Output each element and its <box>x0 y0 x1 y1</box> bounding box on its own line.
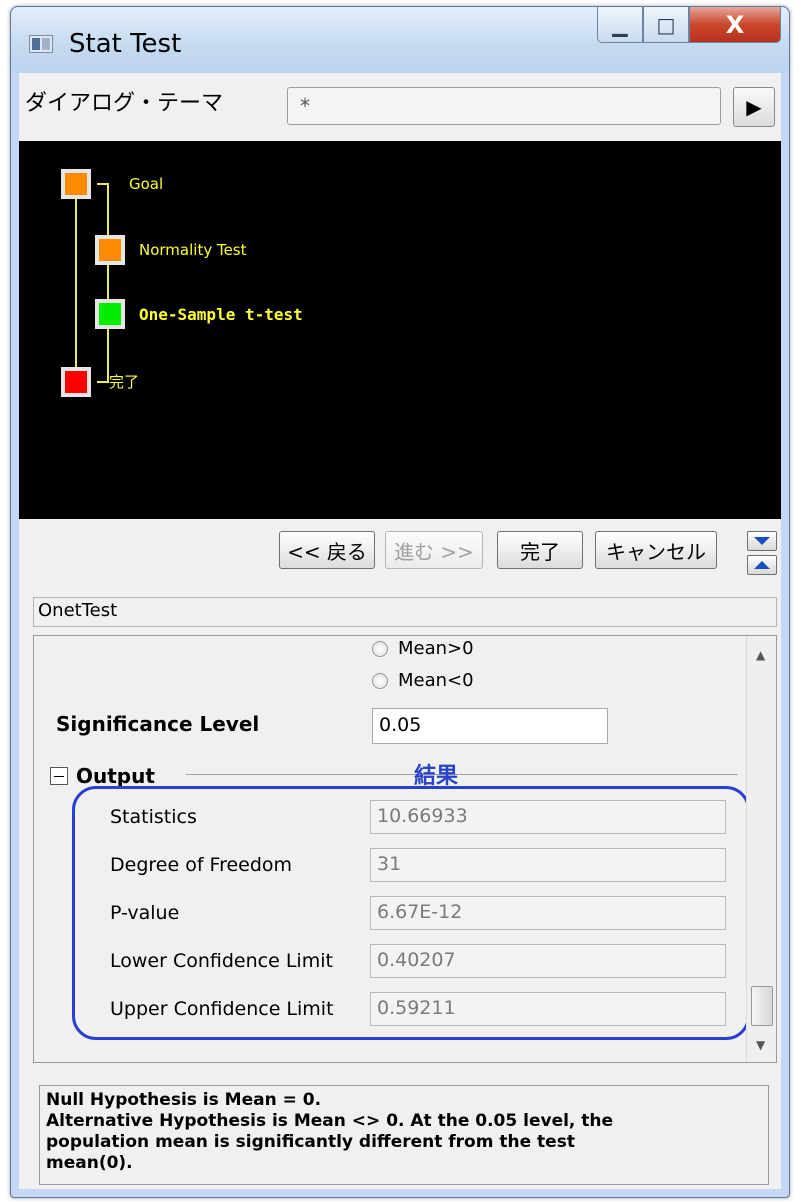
dialog-theme-label: ダイアログ・テーマ <box>25 91 224 116</box>
scroll-down-icon[interactable]: ▼ <box>756 1038 765 1052</box>
down-triangle-icon <box>754 537 770 545</box>
message-line: mean(0). <box>46 1153 133 1173</box>
cancel-button[interactable]: キャンセル <box>595 531 717 569</box>
scroll-up-icon[interactable]: ▲ <box>756 648 765 662</box>
back-button[interactable]: << 戻る <box>279 531 375 569</box>
flow-node-one-sample-t-test[interactable] <box>95 299 125 329</box>
radio-mean-gt-0[interactable]: Mean>0 <box>372 638 474 659</box>
flow-connector-end <box>97 381 109 383</box>
app-icon <box>29 35 53 53</box>
window-title: Stat Test <box>69 29 182 59</box>
results-highlight-outline <box>72 786 750 1040</box>
flow-connector-main <box>75 183 77 383</box>
section-divider <box>186 774 738 775</box>
radio-mean-lt-0-label: Mean<0 <box>398 670 474 691</box>
dialog-name-field: OnetTest <box>33 597 777 627</box>
flow-label-normality-test[interactable]: Normality Test <box>139 241 247 259</box>
title-bar[interactable]: Stat Test ▁ □ X <box>11 7 789 73</box>
up-triangle-icon <box>754 561 770 569</box>
message-line: Null Hypothesis is Mean = 0. <box>46 1090 322 1110</box>
flow-connector-inner <box>107 183 109 383</box>
scroll-thumb[interactable] <box>751 986 773 1026</box>
flow-node-normality-test[interactable] <box>95 235 125 265</box>
radio-mean-lt-0[interactable]: Mean<0 <box>372 670 474 691</box>
flowchart-panel: Goal Normality Test One-Sample t-test 完了 <box>19 141 781 519</box>
theme-menu-button[interactable]: ▶ <box>733 87 775 127</box>
hypothesis-message: Null Hypothesis is Mean = 0. Alternative… <box>39 1085 769 1185</box>
close-button[interactable]: X <box>689 7 781 43</box>
minimize-button[interactable]: ▁ <box>597 7 643 43</box>
flow-label-one-sample-t-test[interactable]: One-Sample t-test <box>139 305 303 324</box>
message-line: Alternative Hypothesis is Mean <> 0. At … <box>46 1111 614 1131</box>
expand-down-button[interactable] <box>747 531 777 551</box>
finish-button[interactable]: 完了 <box>497 531 583 569</box>
flow-node-goal[interactable] <box>61 169 91 199</box>
significance-level-label: Significance Level <box>56 712 260 736</box>
flow-node-finish[interactable] <box>61 367 91 397</box>
vertical-scrollbar[interactable]: ▲ ▼ <box>746 636 776 1062</box>
dialog-theme-field[interactable]: * <box>287 87 721 125</box>
settings-panel: Mean>0 Mean<0 Significance Level 0.05 Ou… <box>33 635 777 1063</box>
radio-mean-gt-0-label: Mean>0 <box>398 638 474 659</box>
radio-button-icon[interactable] <box>372 672 388 689</box>
flow-connector-goal <box>97 183 109 185</box>
flow-label-goal[interactable]: Goal <box>129 175 163 193</box>
flow-label-finish[interactable]: 完了 <box>109 371 139 392</box>
maximize-button[interactable]: □ <box>643 7 689 43</box>
wizard-nav: << 戻る 進む >> 完了 キャンセル <box>19 531 781 571</box>
radio-button-icon[interactable] <box>372 640 388 657</box>
window-controls: ▁ □ X <box>597 7 781 43</box>
output-section-header[interactable]: Output <box>50 764 155 788</box>
collapse-icon[interactable] <box>50 767 68 785</box>
significance-level-input[interactable]: 0.05 <box>372 708 608 744</box>
message-line: population mean is significantly differe… <box>46 1132 575 1152</box>
output-label: Output <box>76 764 155 788</box>
dialog-body: ダイアログ・テーマ * ▶ Goal Normality Test One-Sa… <box>19 73 781 1189</box>
stat-test-window: Stat Test ▁ □ X ダイアログ・テーマ * ▶ Goal Norma… <box>10 6 790 1198</box>
next-button[interactable]: 進む >> <box>385 531 483 569</box>
collapse-up-button[interactable] <box>747 555 777 575</box>
